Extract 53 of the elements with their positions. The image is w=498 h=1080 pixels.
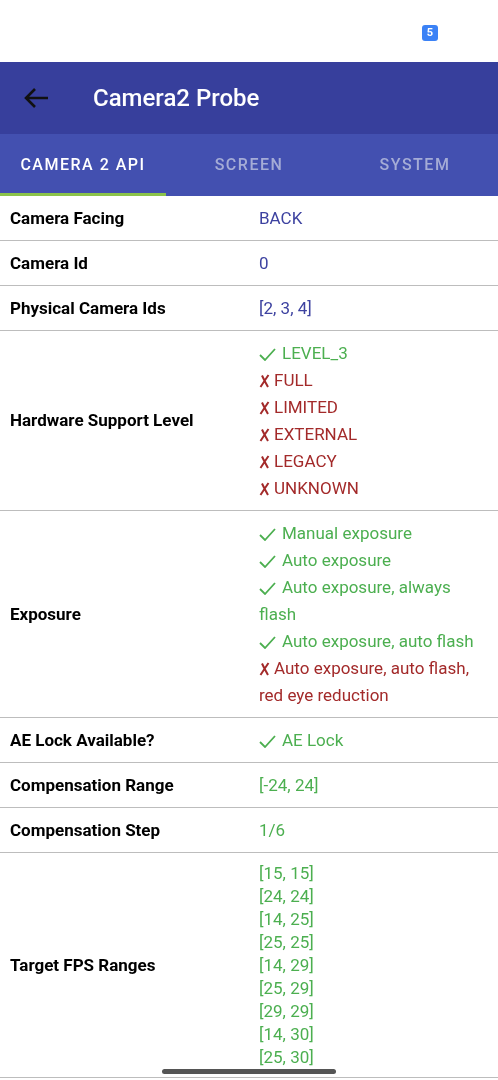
- property-label: Exposure: [10, 602, 82, 626]
- cross-icon: [259, 401, 270, 415]
- check-icon: [259, 735, 276, 748]
- property-value: [14, 25]: [259, 908, 315, 931]
- property-value: [25, 29]: [259, 977, 315, 1000]
- property-value: [2, 3, 4]: [259, 297, 313, 320]
- tab[interactable]: CAMERA 2 API: [0, 134, 166, 196]
- property-value: 0: [259, 252, 270, 275]
- property-value: Manual exposure: [259, 520, 490, 547]
- cross-icon: [259, 374, 270, 388]
- property-value: [15, 15]: [259, 862, 315, 885]
- property-value: 1/6: [259, 819, 287, 842]
- tab[interactable]: SCREEN: [166, 134, 332, 196]
- property-value: Auto exposure, always flash: [259, 576, 452, 626]
- property-value: Auto exposure: [259, 547, 490, 574]
- property-value: [14, 30]: [259, 1023, 315, 1046]
- cross-icon: [259, 428, 270, 442]
- property-label: Camera Facing: [10, 206, 126, 230]
- cross-icon: [259, 482, 270, 496]
- app-title: Camera2 Probe: [93, 83, 260, 114]
- property-value: AE Lock: [259, 727, 490, 754]
- property-label: AE Lock Available?: [10, 728, 156, 752]
- property-value: LEGACY: [259, 448, 490, 475]
- property-value: Auto exposure, auto flash: [259, 628, 490, 655]
- property-value: [25, 30]: [259, 1046, 315, 1069]
- check-icon: [259, 348, 276, 361]
- property-value: LEVEL_3: [259, 340, 490, 367]
- property-value: Auto exposure, auto flash, red eye reduction: [259, 657, 470, 707]
- property-label: Camera Id: [10, 251, 89, 275]
- check-icon: [259, 555, 276, 568]
- property-label: Compensation Step: [10, 818, 162, 842]
- back-arrow-icon: [23, 87, 49, 109]
- property-value: LIMITED: [259, 394, 490, 421]
- property-value: [24, 24]: [259, 885, 315, 908]
- property-label: Physical Camera Ids: [10, 296, 167, 320]
- check-icon: [259, 582, 276, 595]
- cross-icon: [259, 662, 270, 676]
- property-value: [-24, 24]: [259, 774, 320, 797]
- property-value: FULL: [259, 367, 490, 394]
- property-label: Compensation Range: [10, 773, 175, 797]
- notification-badge: 5: [422, 25, 438, 41]
- property-value: [14, 29]: [259, 954, 315, 977]
- property-value: [25, 25]: [259, 931, 315, 954]
- property-value: BACK: [259, 207, 304, 230]
- tab[interactable]: SYSTEM: [332, 134, 498, 196]
- property-value: [29, 29]: [259, 1000, 315, 1023]
- check-icon: [259, 636, 276, 649]
- property-label: Target FPS Ranges: [10, 953, 157, 977]
- check-icon: [259, 528, 276, 541]
- property-label: Hardware Support Level: [10, 409, 195, 433]
- cross-icon: [259, 455, 270, 469]
- property-value: UNKNOWN: [259, 475, 490, 502]
- property-value: EXTERNAL: [259, 421, 490, 448]
